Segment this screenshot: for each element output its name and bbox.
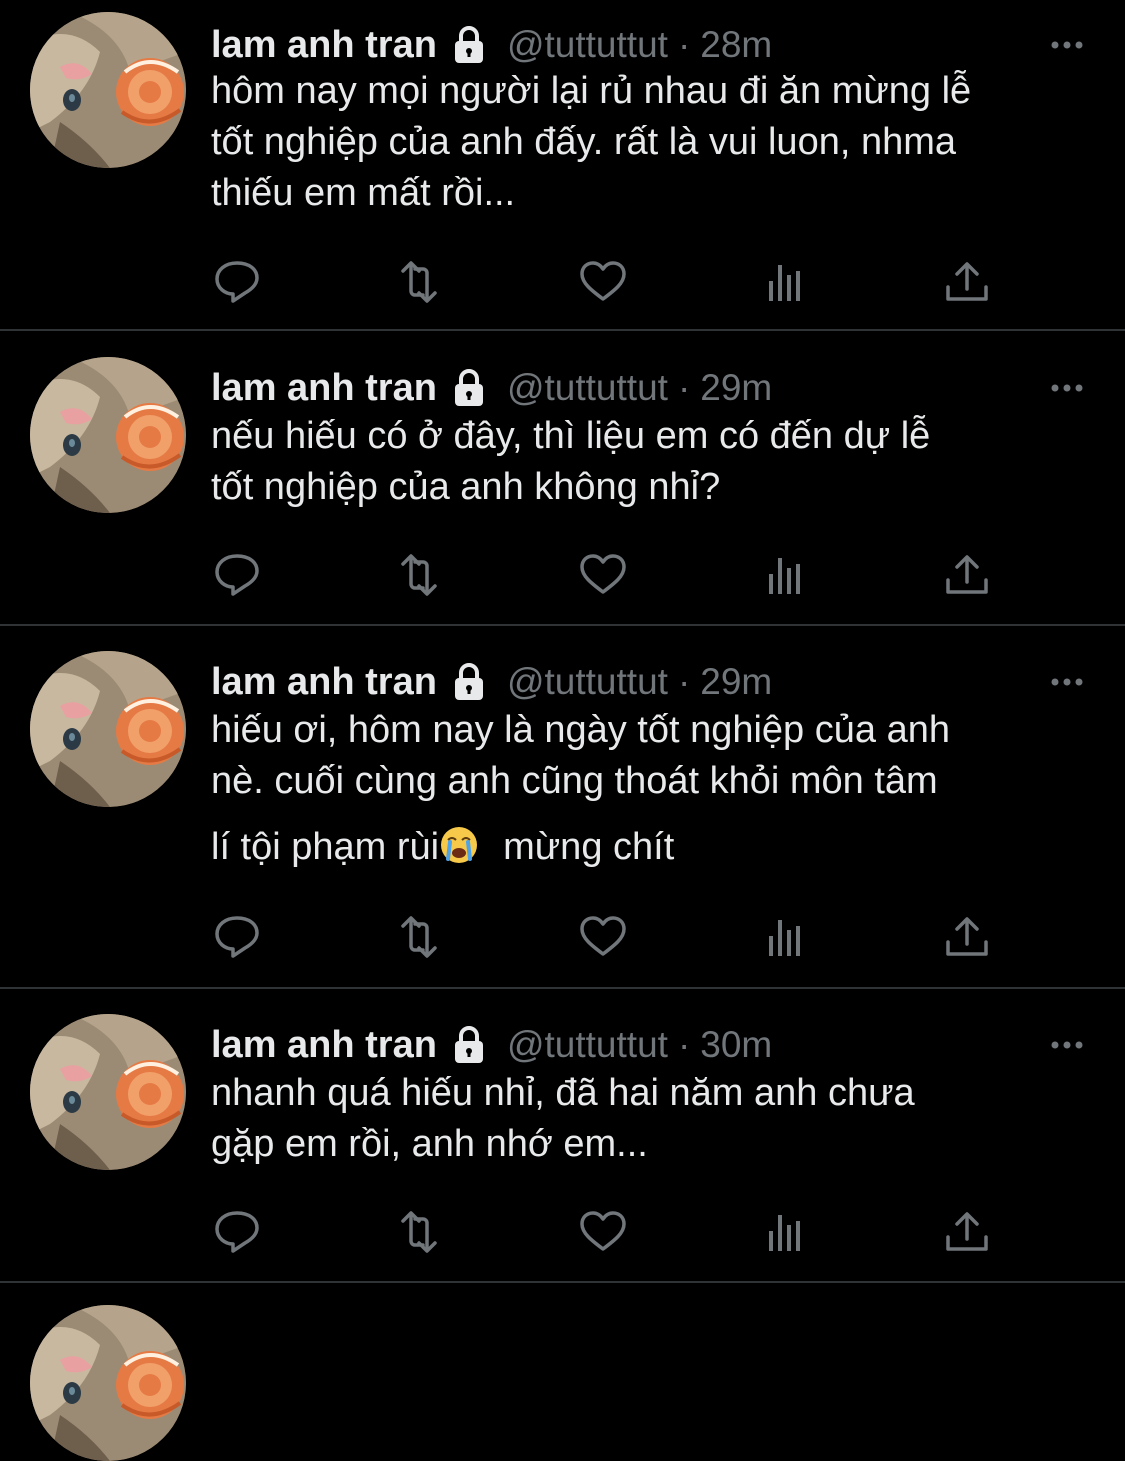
tweet-actions — [211, 550, 1011, 600]
timestamp[interactable]: 30m — [700, 1024, 772, 1066]
tweet-header: lam anh tran @tuttuttut · 29m — [211, 657, 772, 707]
tweet-text-line: hôm nay mọi người lại rủ nhau đi ăn mừng… — [211, 70, 972, 112]
share-icon[interactable] — [941, 912, 993, 962]
more-icon[interactable] — [1047, 1030, 1087, 1060]
timestamp[interactable]: 29m — [700, 661, 772, 703]
share-icon[interactable] — [941, 1207, 993, 1257]
reply-icon[interactable] — [211, 257, 263, 307]
display-name[interactable]: lam anh tran — [211, 367, 437, 410]
tweet-actions — [211, 1207, 1011, 1257]
reply-icon[interactable] — [211, 912, 263, 962]
handle[interactable]: @tuttuttut — [507, 367, 668, 409]
heart-icon[interactable] — [577, 912, 629, 962]
tweet-text: hôm nay mọi người lại rủ nhau đi ăn mừng… — [211, 66, 1101, 219]
tweet-text-segment: mừng chít — [503, 826, 675, 868]
tweet-text: nếu hiếu có ở đây, thì liệu em có đến dự… — [211, 411, 1101, 513]
divider — [0, 987, 1125, 989]
timestamp[interactable]: 29m — [700, 367, 772, 409]
lock-icon — [447, 366, 491, 410]
reply-icon[interactable] — [211, 550, 263, 600]
retweet-icon[interactable] — [393, 1207, 445, 1257]
handle[interactable]: @tuttuttut — [507, 661, 668, 703]
tweet-text-line: tốt nghiệp của anh đấy. rất là vui luon,… — [211, 121, 957, 163]
divider — [0, 1281, 1125, 1283]
share-icon[interactable] — [941, 550, 993, 600]
heart-icon[interactable] — [577, 257, 629, 307]
tweet-text-line: thiếu em mất rồi... — [211, 172, 516, 214]
share-icon[interactable] — [941, 257, 993, 307]
lock-icon — [447, 23, 491, 67]
avatar[interactable] — [30, 1305, 186, 1461]
tweet-actions — [211, 912, 1011, 962]
reply-icon[interactable] — [211, 1207, 263, 1257]
tweet-text-line: nè. cuối cùng anh cũng thoát khỏi môn tâ… — [211, 760, 938, 802]
separator-dot: · — [677, 661, 691, 702]
handle[interactable]: @tuttuttut — [507, 24, 668, 66]
retweet-icon[interactable] — [393, 912, 445, 962]
separator-dot: · — [677, 367, 691, 408]
tweet-text: hiếu ơi, hôm nay là ngày tốt nghiệp của … — [211, 705, 1101, 873]
heart-icon[interactable] — [577, 1207, 629, 1257]
views-icon[interactable] — [759, 550, 811, 600]
tweet-header: lam anh tran @tuttuttut · 28m — [211, 20, 772, 70]
avatar[interactable] — [30, 651, 186, 807]
tweet-actions — [211, 257, 1011, 307]
tweet-text-line: nếu hiếu có ở đây, thì liệu em có đến dự… — [211, 415, 931, 457]
lock-icon — [447, 660, 491, 704]
separator-dot: · — [677, 24, 691, 65]
heart-icon[interactable] — [577, 550, 629, 600]
display-name[interactable]: lam anh tran — [211, 661, 437, 704]
avatar[interactable] — [30, 1014, 186, 1170]
display-name[interactable]: lam anh tran — [211, 24, 437, 67]
tweet-header: lam anh tran @tuttuttut · 30m — [211, 1020, 772, 1070]
avatar[interactable] — [30, 357, 186, 513]
separator-dot: · — [677, 1024, 691, 1065]
more-icon[interactable] — [1047, 667, 1087, 697]
tweet-text: nhanh quá hiếu nhỉ, đã hai năm anh chưa … — [211, 1068, 1101, 1170]
handle[interactable]: @tuttuttut — [507, 1024, 668, 1066]
avatar[interactable] — [30, 12, 186, 168]
tweet-text-line: hiếu ơi, hôm nay là ngày tốt nghiệp của … — [211, 709, 950, 751]
tweet-text-line: gặp em rồi, anh nhớ em... — [211, 1123, 648, 1165]
tweet-text-line: lí tội phạm rùi mừng chít — [211, 822, 1101, 873]
divider — [0, 329, 1125, 331]
views-icon[interactable] — [759, 257, 811, 307]
views-icon[interactable] — [759, 912, 811, 962]
retweet-icon[interactable] — [393, 550, 445, 600]
more-icon[interactable] — [1047, 30, 1087, 60]
tweet-text-segment: lí tội phạm rùi — [211, 826, 440, 868]
more-icon[interactable] — [1047, 373, 1087, 403]
divider — [0, 624, 1125, 626]
loudly-crying-face-emoji — [439, 825, 480, 865]
retweet-icon[interactable] — [393, 257, 445, 307]
tweet-text-line: tốt nghiệp của anh không nhỉ? — [211, 466, 721, 508]
tweet-header: lam anh tran @tuttuttut · 29m — [211, 363, 772, 413]
tweet-text-line: nhanh quá hiếu nhỉ, đã hai năm anh chưa — [211, 1072, 915, 1114]
timestamp[interactable]: 28m — [700, 24, 772, 66]
lock-icon — [447, 1023, 491, 1067]
views-icon[interactable] — [759, 1207, 811, 1257]
display-name[interactable]: lam anh tran — [211, 1024, 437, 1067]
